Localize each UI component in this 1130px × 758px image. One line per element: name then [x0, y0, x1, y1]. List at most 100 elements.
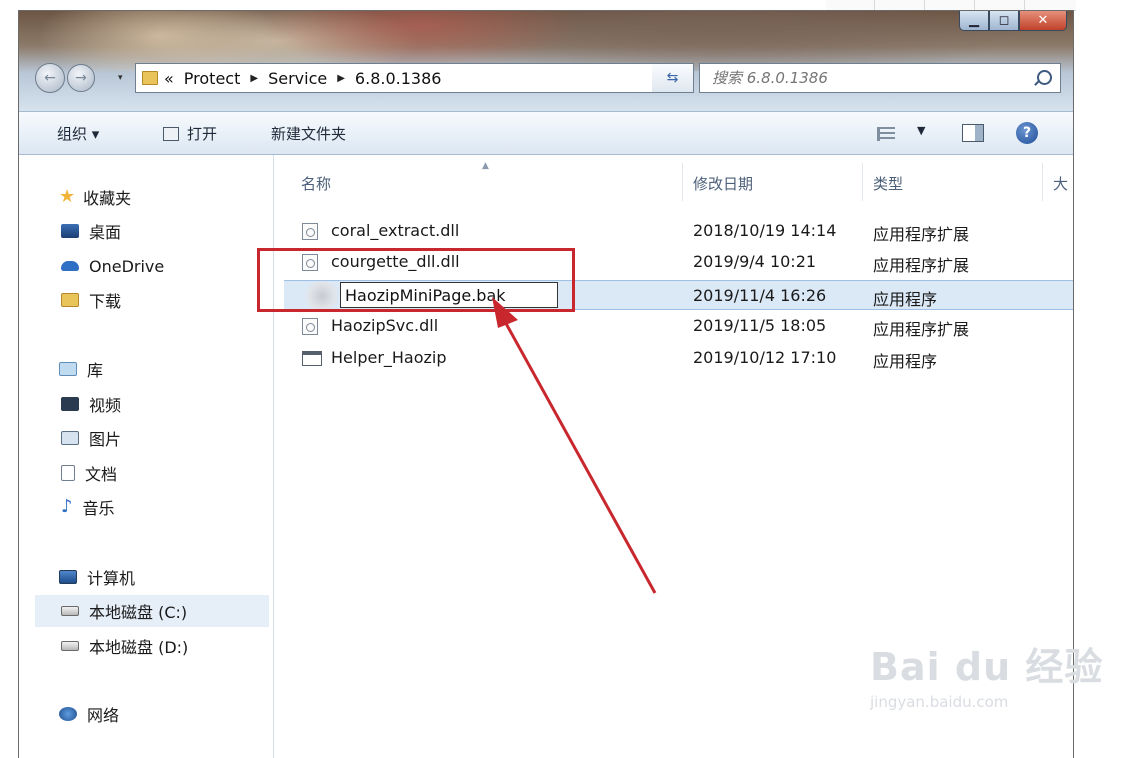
baidu-watermark: Bai du 经验 jingyan.baidu.com — [870, 636, 1103, 711]
nav-music[interactable]: ♪ 音乐 — [61, 495, 115, 519]
breadcrumb-protect[interactable]: Protect — [184, 69, 241, 88]
file-name: HaozipSvc.dll — [331, 316, 439, 335]
file-row[interactable]: coral_extract.dll 2018/10/19 14:14 应用程序扩… — [292, 216, 1073, 246]
drive-icon — [61, 641, 79, 651]
file-row[interactable]: HaozipSvc.dll 2019/11/5 18:05 应用程序扩展 — [292, 311, 1073, 341]
nav-libraries[interactable]: 库 — [59, 357, 103, 381]
computer-icon — [59, 570, 77, 584]
cloud-icon — [61, 261, 79, 271]
breadcrumb-separator-icon[interactable]: ▶ — [250, 73, 258, 84]
nav-label: 网络 — [87, 706, 120, 725]
column-header-date[interactable]: 修改日期 — [693, 173, 753, 194]
network-icon — [59, 707, 77, 721]
nav-label: 本地磁盘 (D:) — [89, 638, 189, 657]
help-button[interactable]: ? — [1016, 122, 1038, 144]
desktop-icon — [61, 224, 79, 238]
sort-ascending-icon: ▲ — [482, 161, 489, 171]
minimize-button[interactable]: ▁ — [959, 11, 989, 31]
file-date: 2019/9/4 10:21 — [693, 252, 817, 271]
breadcrumb-version[interactable]: 6.8.0.1386 — [355, 69, 442, 88]
annotation-highlight-box — [257, 248, 575, 312]
watermark-brand: Bai du 经验 — [870, 645, 1104, 689]
refresh-button[interactable]: ⇆ — [652, 63, 694, 93]
column-divider[interactable] — [862, 163, 863, 201]
drive-icon — [61, 606, 79, 616]
open-icon — [163, 126, 179, 141]
forward-button[interactable]: → — [67, 64, 95, 92]
application-icon — [302, 351, 322, 366]
preview-pane-icon[interactable] — [962, 124, 984, 142]
file-name: coral_extract.dll — [331, 221, 460, 240]
change-view-icon[interactable] — [877, 127, 895, 141]
file-name: Helper_Haozip — [331, 348, 447, 367]
back-button[interactable]: ← — [35, 63, 65, 93]
nav-pictures[interactable]: 图片 — [61, 426, 121, 450]
breadcrumb-service[interactable]: Service — [268, 69, 327, 88]
music-icon: ♪ — [61, 496, 73, 517]
picture-icon — [61, 431, 79, 445]
command-bar: 组织 ▾ 打开 新建文件夹 ▼ ? — [19, 111, 1073, 155]
view-options-dropdown[interactable]: ▼ — [917, 124, 925, 137]
nav-desktop[interactable]: 桌面 — [61, 219, 121, 243]
column-divider[interactable] — [682, 163, 683, 201]
help-icon: ? — [1016, 122, 1038, 144]
breadcrumb-overflow[interactable]: « — [164, 69, 174, 88]
file-type: 应用程序扩展 — [873, 320, 970, 339]
download-folder-icon — [61, 293, 79, 307]
nav-downloads[interactable]: 下载 — [61, 288, 121, 312]
search-icon[interactable] — [1037, 70, 1052, 85]
file-date: 2019/10/12 17:10 — [693, 348, 837, 367]
file-date: 2019/11/4 16:26 — [693, 286, 827, 305]
title-bar: ▁ ◻ ✕ ← → ▾ « Protect ▶ Service ▶ 6.8.0.… — [19, 11, 1073, 111]
file-type: 应用程序 — [873, 290, 938, 309]
new-folder-button[interactable]: 新建文件夹 — [271, 123, 346, 144]
nav-label: 计算机 — [87, 569, 136, 588]
column-header-name[interactable]: 名称 — [301, 173, 331, 194]
nav-label: 视频 — [89, 396, 122, 415]
nav-label: 收藏夹 — [83, 189, 132, 208]
file-type: 应用程序 — [873, 352, 938, 371]
recent-pages-dropdown[interactable]: ▾ — [118, 73, 123, 83]
nav-network[interactable]: 网络 — [59, 702, 119, 726]
nav-drive-c[interactable]: 本地磁盘 (C:) — [35, 595, 269, 627]
nav-label: 下载 — [89, 292, 122, 311]
file-date: 2019/11/5 18:05 — [693, 316, 827, 335]
navigation-bar: ← → ▾ « Protect ▶ Service ▶ 6.8.0.1386 ▼… — [19, 57, 1073, 97]
nav-computer[interactable]: 计算机 — [59, 565, 135, 589]
window-controls: ▁ ◻ ✕ — [959, 11, 1067, 33]
nav-label: 本地磁盘 (C:) — [89, 603, 188, 622]
file-date: 2018/10/19 14:14 — [693, 221, 837, 240]
close-button[interactable]: ✕ — [1019, 11, 1067, 31]
nav-onedrive[interactable]: OneDrive — [61, 254, 164, 278]
column-divider[interactable] — [1042, 163, 1043, 201]
column-header-type[interactable]: 类型 — [873, 173, 903, 194]
file-type: 应用程序扩展 — [873, 225, 970, 244]
navigation-pane: ★ 收藏夹 桌面 OneDrive 下载 库 视频 图片 文档 ♪ 音乐 计算机… — [19, 155, 274, 758]
file-row[interactable]: Helper_Haozip 2019/10/12 17:10 应用程序 — [292, 343, 1073, 373]
nav-videos[interactable]: 视频 — [61, 392, 121, 416]
watermark-url: jingyan.baidu.com — [870, 693, 1009, 711]
nav-label: 图片 — [89, 430, 122, 449]
nav-drive-d[interactable]: 本地磁盘 (D:) — [61, 634, 188, 658]
open-button[interactable]: 打开 — [163, 123, 217, 144]
nav-favorites[interactable]: ★ 收藏夹 — [59, 185, 131, 209]
library-icon — [59, 362, 77, 376]
document-icon — [61, 465, 75, 481]
maximize-button[interactable]: ◻ — [989, 11, 1019, 31]
nav-label: 库 — [87, 361, 104, 380]
search-input[interactable] — [710, 68, 1014, 88]
breadcrumb-separator-icon[interactable]: ▶ — [337, 73, 345, 84]
open-label: 打开 — [187, 125, 218, 143]
nav-documents[interactable]: 文档 — [61, 461, 117, 485]
nav-label: OneDrive — [89, 256, 165, 276]
address-bar[interactable]: « Protect ▶ Service ▶ 6.8.0.1386 ▼ — [135, 63, 678, 93]
star-icon: ★ — [59, 186, 76, 207]
folder-icon — [142, 71, 158, 85]
nav-label: 音乐 — [82, 499, 115, 518]
dll-file-icon — [302, 223, 318, 240]
dll-file-icon — [302, 318, 318, 335]
organize-menu[interactable]: 组织 ▾ — [57, 123, 99, 144]
video-icon — [61, 397, 79, 411]
search-box[interactable] — [699, 63, 1061, 93]
column-header-size[interactable]: 大 — [1053, 173, 1068, 194]
